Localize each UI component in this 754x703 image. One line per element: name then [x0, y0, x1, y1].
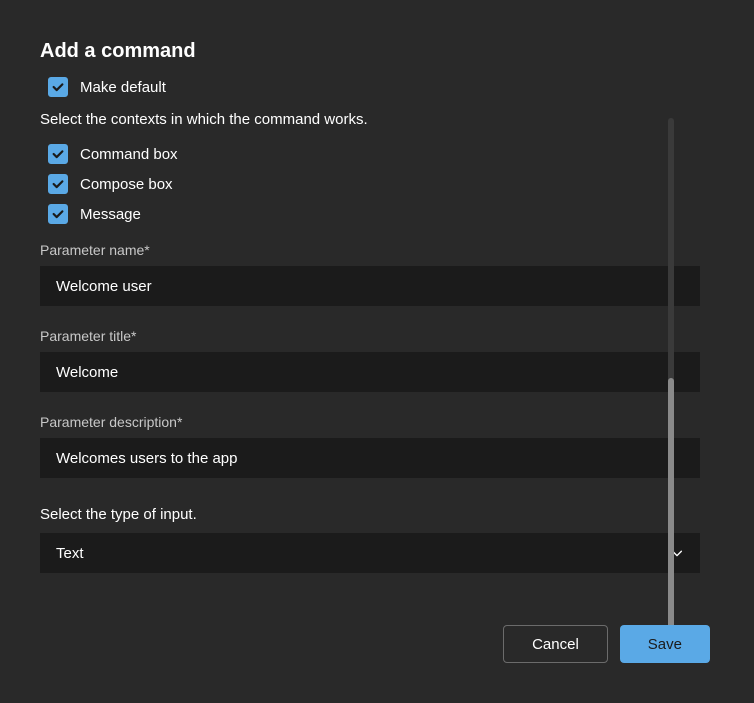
- make-default-label: Make default: [80, 79, 166, 96]
- context-message-checkbox[interactable]: [48, 204, 68, 224]
- context-compose-box-row: Compose box: [48, 174, 714, 194]
- contexts-group: Command box Compose box Message: [40, 144, 714, 224]
- input-type-label: Select the type of input.: [40, 506, 714, 523]
- context-command-box-row: Command box: [48, 144, 714, 164]
- parameter-title-label: Parameter title*: [40, 328, 714, 344]
- dialog-title: Add a command: [40, 40, 714, 63]
- context-command-box-checkbox[interactable]: [48, 144, 68, 164]
- scrollbar-thumb[interactable]: [668, 378, 674, 638]
- make-default-row: Make default: [48, 77, 714, 97]
- make-default-checkbox[interactable]: [48, 77, 68, 97]
- parameter-title-input[interactable]: [40, 352, 700, 392]
- check-icon: [51, 147, 65, 161]
- input-type-select[interactable]: Text: [40, 533, 700, 573]
- check-icon: [51, 177, 65, 191]
- context-message-row: Message: [48, 204, 714, 224]
- check-icon: [51, 207, 65, 221]
- check-icon: [51, 80, 65, 94]
- context-compose-box-checkbox[interactable]: [48, 174, 68, 194]
- scrollbar-track[interactable]: [668, 118, 674, 638]
- cancel-button[interactable]: Cancel: [503, 625, 608, 663]
- dialog-buttons: Cancel Save: [503, 625, 710, 663]
- context-compose-box-label: Compose box: [80, 176, 173, 193]
- input-type-value: Text: [56, 545, 84, 562]
- parameter-description-label: Parameter description*: [40, 414, 714, 430]
- parameter-name-label: Parameter name*: [40, 242, 714, 258]
- contexts-description: Select the contexts in which the command…: [40, 111, 714, 128]
- parameter-name-input[interactable]: [40, 266, 700, 306]
- save-button[interactable]: Save: [620, 625, 710, 663]
- context-command-box-label: Command box: [80, 146, 178, 163]
- context-message-label: Message: [80, 206, 141, 223]
- parameter-description-input[interactable]: [40, 438, 700, 478]
